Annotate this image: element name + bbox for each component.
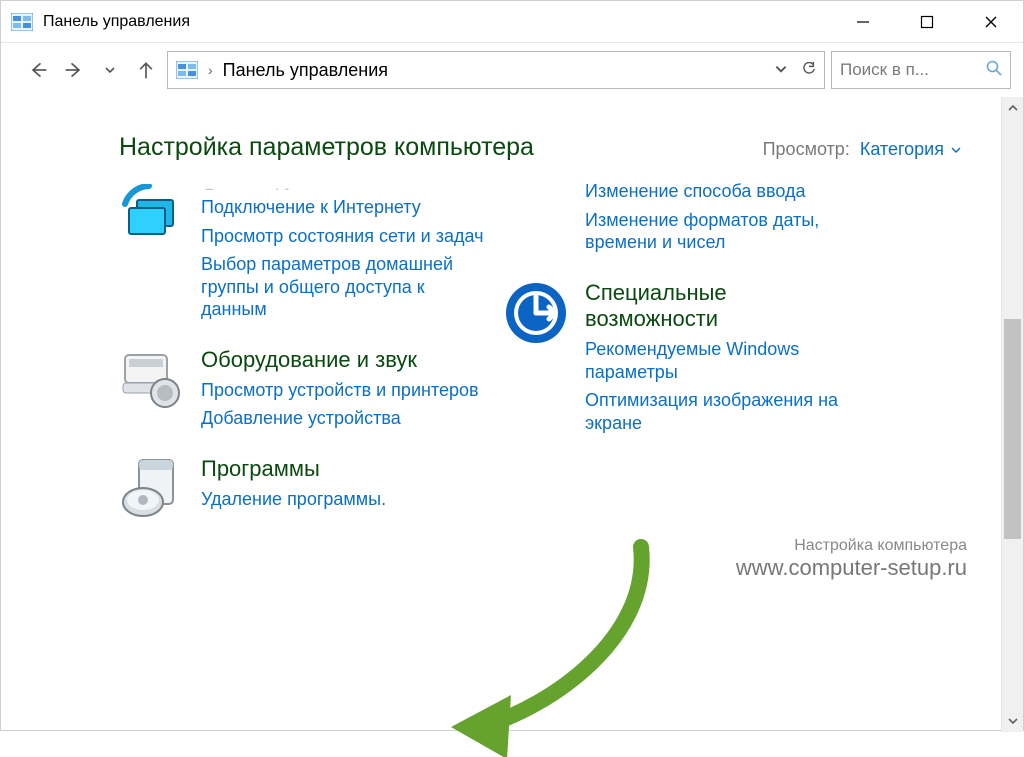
control-panel-icon bbox=[176, 61, 198, 79]
maximize-button[interactable] bbox=[895, 1, 959, 43]
vertical-scrollbar[interactable] bbox=[1001, 97, 1023, 732]
page-title: Настройка параметров компьютера bbox=[119, 133, 534, 162]
search-icon bbox=[986, 60, 1002, 81]
scroll-thumb[interactable] bbox=[1004, 319, 1021, 539]
address-bar[interactable]: › Панель управления bbox=[167, 51, 825, 89]
control-panel-icon bbox=[11, 13, 33, 31]
chevron-right-icon: › bbox=[208, 62, 213, 78]
category-ease-of-access: Специальные возможности Рекомендуемые Wi… bbox=[503, 280, 843, 435]
annotation-arrow bbox=[441, 527, 681, 757]
view-by: Просмотр: Категория bbox=[763, 139, 961, 160]
address-dropdown-button[interactable] bbox=[774, 60, 788, 81]
link-add-device[interactable]: Добавление устройства bbox=[201, 407, 479, 430]
scroll-track[interactable] bbox=[1002, 119, 1023, 710]
link-input-method[interactable]: Изменение способа ввода bbox=[585, 180, 843, 203]
search-input[interactable]: Поиск в п... bbox=[831, 51, 1011, 89]
link-connect-internet[interactable]: Подключение к Интернету bbox=[201, 196, 489, 219]
link-homegroup-sharing[interactable]: Выбор параметров домашней группы и общег… bbox=[201, 253, 489, 321]
category-title[interactable]: Специальные возможности bbox=[585, 280, 843, 333]
view-by-label: Просмотр: bbox=[763, 139, 850, 160]
category-hardware-sound: Оборудование и звук Просмотр устройств и… bbox=[119, 347, 489, 430]
close-button[interactable] bbox=[959, 1, 1023, 43]
up-button[interactable] bbox=[131, 53, 161, 87]
caption-controls bbox=[831, 1, 1023, 43]
link-date-time-formats[interactable]: Изменение форматов даты, времени и чисел bbox=[585, 209, 843, 254]
category-title[interactable]: Оборудование и звук bbox=[201, 347, 479, 373]
title-bar: Панель управления bbox=[1, 1, 1023, 43]
window-title: Панель управления bbox=[43, 13, 190, 31]
hardware-icon bbox=[119, 347, 185, 413]
refresh-button[interactable] bbox=[802, 60, 816, 81]
link-optimize-display[interactable]: Оптимизация изображения на экране bbox=[585, 389, 843, 434]
nav-row: › Панель управления Поиск в п... bbox=[1, 43, 1023, 97]
address-path: Панель управления bbox=[223, 60, 388, 81]
content-area: Настройка параметров компьютера Просмотр… bbox=[1, 97, 1023, 732]
forward-button[interactable] bbox=[59, 53, 89, 87]
minimize-button[interactable] bbox=[831, 1, 895, 43]
search-placeholder: Поиск в п... bbox=[840, 60, 980, 80]
recent-locations-button[interactable] bbox=[95, 53, 125, 87]
link-network-status[interactable]: Просмотр состояния сети и задач bbox=[201, 225, 489, 248]
link-recommended-settings[interactable]: Рекомендуемые Windows параметры bbox=[585, 338, 843, 383]
category-network: Сеть и Интернет Подключение к Интернету … bbox=[119, 184, 489, 321]
page-header: Настройка параметров компьютера Просмотр… bbox=[41, 133, 961, 162]
network-icon bbox=[119, 184, 185, 250]
view-by-dropdown[interactable]: Категория bbox=[860, 139, 961, 160]
scroll-down-button[interactable] bbox=[1002, 710, 1024, 732]
category-title[interactable]: Сеть и Интернет bbox=[201, 184, 489, 190]
link-devices-printers[interactable]: Просмотр устройств и принтеров bbox=[201, 379, 479, 402]
back-button[interactable] bbox=[23, 53, 53, 87]
category-title[interactable]: Программы bbox=[201, 456, 386, 482]
ease-of-access-icon bbox=[503, 280, 569, 346]
link-uninstall-program[interactable]: Удаление программы. bbox=[201, 488, 386, 511]
category-programs: Программы Удаление программы. bbox=[119, 456, 489, 522]
category-region-partial: Изменение способа ввода Изменение формат… bbox=[503, 184, 843, 254]
programs-icon bbox=[119, 456, 185, 522]
scroll-up-button[interactable] bbox=[1002, 97, 1024, 119]
